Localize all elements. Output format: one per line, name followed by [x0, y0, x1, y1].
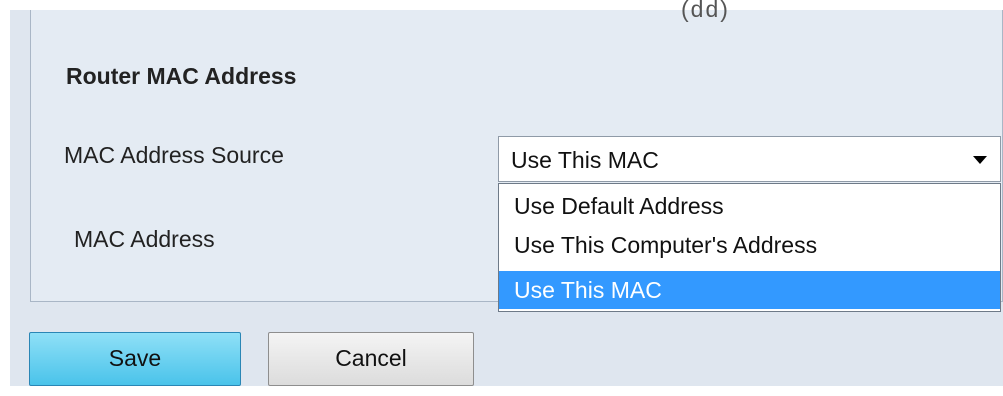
settings-panel: (dd) Router MAC Address MAC Address Sour… — [30, 0, 1003, 312]
select-value: Use This MAC — [511, 147, 659, 173]
mac-address-label: MAC Address — [74, 226, 215, 252]
option-use-this-computers-address[interactable]: Use This Computer's Address — [499, 227, 1000, 263]
clipped-hint-text: (dd) — [681, 0, 730, 22]
option-use-this-mac[interactable]: Use This MAC — [499, 271, 1000, 309]
mac-source-dropdown-list: Use Default Address Use This Computer's … — [498, 183, 1001, 312]
option-use-default-address[interactable]: Use Default Address — [499, 188, 1000, 224]
save-button[interactable]: Save — [29, 332, 241, 386]
page-background: (dd) Router MAC Address MAC Address Sour… — [10, 0, 1003, 386]
section-title: Router MAC Address — [66, 63, 297, 89]
chevron-down-icon[interactable] — [973, 156, 987, 164]
cancel-button[interactable]: Cancel — [268, 332, 474, 386]
mac-source-label: MAC Address Source — [64, 142, 284, 168]
mac-source-select[interactable]: Use This MAC — [498, 136, 1001, 182]
